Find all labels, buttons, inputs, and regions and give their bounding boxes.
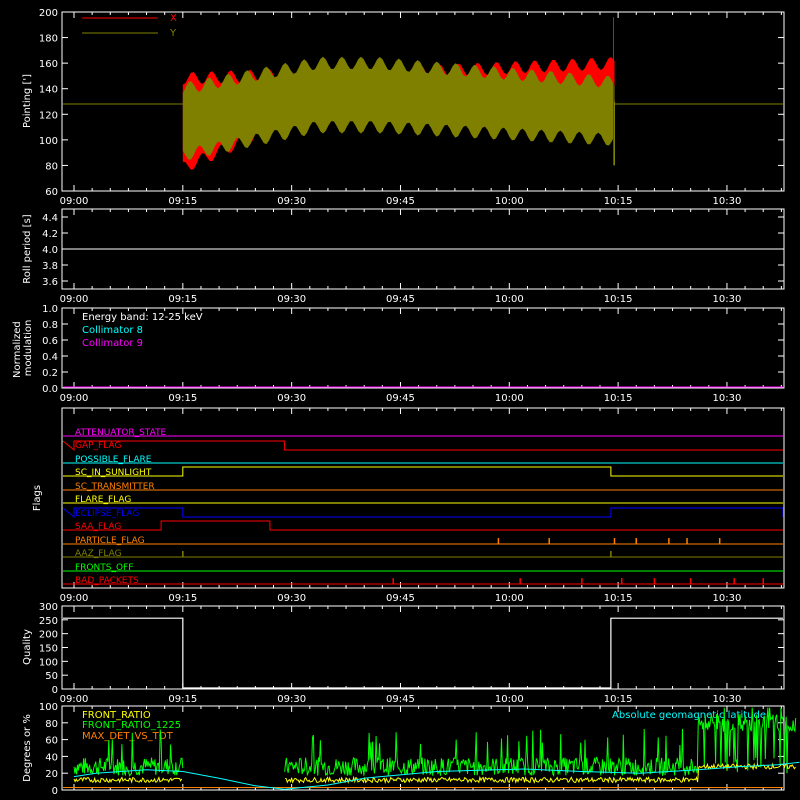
x-tick-label: 09:30 xyxy=(277,593,306,604)
x-tick-label: 10:00 xyxy=(495,593,524,604)
x-tick-label: 10:15 xyxy=(604,593,633,604)
x-tick-label: 09:45 xyxy=(386,694,415,705)
y-tick-label: 150 xyxy=(39,644,58,655)
pointing-ylabel: Pointing ['] xyxy=(22,74,33,128)
legend-front-ratio-1225: FRONT_RATIO_1225 xyxy=(82,720,181,731)
x-tick-label: 10:00 xyxy=(495,393,524,404)
y-tick-label: 0 xyxy=(52,786,58,797)
x-tick-label: 09:15 xyxy=(168,694,197,705)
legend-energy-band: Energy band: 12-25 keV xyxy=(82,312,203,323)
legend-collimator-8: Collimator 8 xyxy=(82,325,143,336)
x-tick-label: 09:15 xyxy=(168,593,197,604)
y-tick-label: 250 xyxy=(39,616,58,627)
x-tick-label: 09:30 xyxy=(277,393,306,404)
x-tick-label: 09:30 xyxy=(277,294,306,305)
x-tick-label: 09:45 xyxy=(386,196,415,207)
y-tick-label: 0.4 xyxy=(42,352,58,363)
y-tick-label: 4.4 xyxy=(42,213,58,224)
legend-label-x: X xyxy=(170,13,177,24)
y-tick-label: 140 xyxy=(39,85,58,96)
y-tick-label: 300 xyxy=(39,602,58,613)
y-tick-label: 0.8 xyxy=(42,320,58,331)
x-tick-label: 09:45 xyxy=(386,393,415,404)
quality-ylabel: Quality xyxy=(22,629,33,665)
y-tick-label: 4.0 xyxy=(42,245,58,256)
y-tick-label: 3.8 xyxy=(42,261,58,272)
ratios-ylabel: Degrees or % xyxy=(22,714,33,782)
y-tick-label: 3.6 xyxy=(42,277,58,288)
y-tick-label: 4.2 xyxy=(42,229,58,240)
x-tick-label: 10:00 xyxy=(495,694,524,705)
x-tick-label: 09:00 xyxy=(60,393,89,404)
y-tick-label: 180 xyxy=(39,34,58,45)
y-tick-label: 60 xyxy=(45,187,58,198)
y-tick-label: 160 xyxy=(39,59,58,70)
roll-ylabel: Roll period [s] xyxy=(22,214,33,283)
y-tick-label: 100 xyxy=(39,657,58,668)
observation-summary-figure: Pointing ['] Roll period [s] Normalized … xyxy=(0,0,800,800)
x-tick-label: 09:15 xyxy=(168,196,197,207)
x-tick-label: 10:00 xyxy=(495,196,524,207)
x-tick-label: 10:15 xyxy=(604,393,633,404)
x-tick-label: 09:15 xyxy=(168,393,197,404)
legend-geomagnetic-latitude: Absolute geomagnetic latitude xyxy=(612,710,766,721)
x-tick-label: 09:00 xyxy=(60,196,89,207)
y-tick-label: 50 xyxy=(45,671,58,682)
x-tick-label: 10:15 xyxy=(604,294,633,305)
x-tick-label: 09:45 xyxy=(386,593,415,604)
y-tick-label: 0.2 xyxy=(42,368,58,379)
x-tick-label: 09:30 xyxy=(277,694,306,705)
y-tick-label: 0.6 xyxy=(42,336,58,347)
x-tick-label: 10:00 xyxy=(495,294,524,305)
x-tick-label: 09:00 xyxy=(60,593,89,604)
y-tick-label: 1.0 xyxy=(42,304,58,315)
y-tick-label: 100 xyxy=(39,702,58,713)
x-tick-label: 09:15 xyxy=(168,294,197,305)
y-tick-label: 80 xyxy=(45,719,58,730)
y-tick-label: 20 xyxy=(45,769,58,780)
x-tick-label: 10:30 xyxy=(713,593,742,604)
y-tick-label: 200 xyxy=(39,630,58,641)
legend-label-y: Y xyxy=(169,28,177,39)
x-tick-label: 10:30 xyxy=(713,294,742,305)
x-tick-label: 09:45 xyxy=(386,294,415,305)
y-tick-label: 60 xyxy=(45,736,58,747)
y-tick-label: 0 xyxy=(52,685,58,696)
x-tick-label: 10:30 xyxy=(713,393,742,404)
x-tick-label: 10:30 xyxy=(713,694,742,705)
x-tick-label: 10:15 xyxy=(604,196,633,207)
flag-label-eclipse-flag: ECLIPSE_FLAG xyxy=(75,509,139,519)
modulation-ylabel-line1: Normalized xyxy=(12,321,23,378)
legend-collimator-9: Collimator 9 xyxy=(82,338,143,349)
flags-ylabel: Flags xyxy=(32,485,43,511)
y-tick-label: 200 xyxy=(39,8,58,19)
y-tick-label: 0.0 xyxy=(42,384,58,395)
flag-label-gap-flag: GAP_FLAG xyxy=(75,441,121,451)
x-tick-label: 10:15 xyxy=(604,694,633,705)
y-tick-label: 40 xyxy=(45,752,58,763)
y-tick-label: 120 xyxy=(39,110,58,121)
x-tick-label: 09:00 xyxy=(60,294,89,305)
x-tick-label: 09:30 xyxy=(277,196,306,207)
x-tick-label: 10:30 xyxy=(713,196,742,207)
x-tick-label: 09:00 xyxy=(60,694,89,705)
y-tick-label: 100 xyxy=(39,136,58,147)
modulation-ylabel-line2: modulation xyxy=(23,320,34,377)
y-tick-label: 80 xyxy=(45,161,58,172)
modulation-ylabel: Normalized modulation xyxy=(12,318,34,378)
